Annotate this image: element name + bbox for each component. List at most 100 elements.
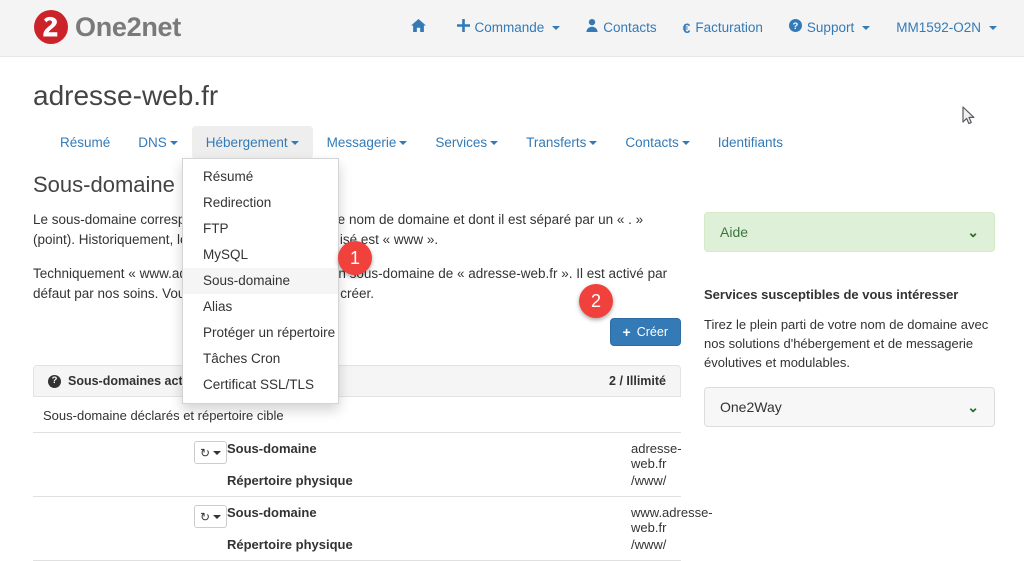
hebergement-dropdown-menu: Résumé Redirection FTP MySQL Sous-domain… bbox=[182, 158, 339, 404]
dropdown-item-proteger-repertoire[interactable]: Protéger un répertoire bbox=[183, 320, 338, 346]
page-title: adresse-web.fr bbox=[33, 80, 219, 111]
refresh-dropdown-button[interactable]: ↻ bbox=[193, 441, 227, 464]
services-description: Tirez le plein parti de votre nom de dom… bbox=[704, 317, 989, 370]
table-row: Sous-domaine adresse-web.fr ↻ Répertoire… bbox=[33, 432, 682, 496]
topnav-support-label: Support bbox=[806, 20, 855, 35]
dropdown-item-sous-domaine[interactable]: Sous-domaine bbox=[183, 268, 338, 294]
annotation-badge-1: 1 bbox=[338, 241, 372, 275]
service-select-value: One2Way bbox=[720, 399, 782, 415]
row-action-cell: ↻ bbox=[193, 505, 227, 528]
home-icon bbox=[410, 0, 426, 56]
chevron-down-icon bbox=[552, 26, 561, 30]
tab-contacts[interactable]: Contacts bbox=[611, 126, 703, 159]
active-subdomains-panel-header: ? Sous-domaines actifs 2 / Illimité bbox=[33, 365, 681, 397]
chevron-down-icon bbox=[589, 140, 598, 145]
one2net-logo-icon bbox=[33, 9, 69, 45]
topnav-facturation-label: Facturation bbox=[695, 20, 763, 35]
tab-resume-label: Résumé bbox=[60, 135, 111, 150]
tab-dns[interactable]: DNS bbox=[124, 126, 192, 159]
create-button-label: Créer bbox=[636, 325, 668, 339]
section-title: Sous-domaine bbox=[33, 172, 175, 197]
mouse-cursor bbox=[962, 106, 976, 131]
dropdown-item-certificat-ssl[interactable]: Certificat SSL/TLS bbox=[183, 372, 338, 398]
refresh-icon: ↻ bbox=[199, 509, 210, 524]
domain-tab-bar: Résumé DNS Hébergement Messagerie Servic… bbox=[46, 126, 797, 159]
topnav-contacts[interactable]: Contacts bbox=[573, 0, 669, 56]
service-select-one2way[interactable]: One2Way ⌄ bbox=[704, 387, 995, 427]
refresh-dropdown-button[interactable]: ↻ bbox=[193, 505, 227, 528]
chevron-down-icon bbox=[169, 140, 178, 145]
topnav-facturation[interactable]: € Facturation bbox=[670, 0, 776, 56]
row-label-subdomain: Sous-domaine bbox=[227, 441, 317, 456]
main-content: Sous-domaine Le sous-domaine correspond … bbox=[33, 172, 713, 561]
topnav-account[interactable]: MM1592-O2N bbox=[883, 0, 1010, 56]
tab-contacts-label: Contacts bbox=[625, 135, 679, 150]
row-value-subdomain: adresse-web.fr bbox=[631, 441, 682, 471]
chevron-down-icon bbox=[290, 140, 299, 145]
tab-services-label: Services bbox=[435, 135, 488, 150]
row-label-directory: Répertoire physique bbox=[227, 537, 353, 552]
chevron-down-icon bbox=[213, 450, 221, 455]
dropdown-item-alias[interactable]: Alias bbox=[183, 294, 338, 320]
question-circle-icon: ? bbox=[788, 0, 802, 56]
chevron-down-icon: ⌄ bbox=[967, 224, 979, 240]
euro-icon: € bbox=[682, 20, 691, 36]
topnav-commande-label: Commande bbox=[474, 20, 545, 35]
chevron-down-icon bbox=[862, 26, 871, 30]
topnav-support[interactable]: ? Support bbox=[776, 0, 883, 56]
table-row: Sous-domaine www.adresse-web.fr ↻ Répert… bbox=[33, 496, 713, 560]
refresh-icon: ↻ bbox=[199, 445, 210, 460]
dropdown-item-resume[interactable]: Résumé bbox=[183, 164, 338, 190]
svg-text:?: ? bbox=[793, 21, 799, 31]
brand-name: One2net bbox=[75, 12, 181, 42]
chevron-down-icon bbox=[989, 26, 997, 30]
dropdown-item-redirection[interactable]: Redirection bbox=[183, 190, 338, 216]
chevron-down-icon bbox=[490, 140, 499, 145]
question-circle-icon[interactable]: ? bbox=[48, 374, 61, 388]
plus-icon: + bbox=[622, 324, 631, 340]
tab-transferts-label: Transferts bbox=[526, 135, 587, 150]
top-header-bar: One2net Commande Contacts € Facturation bbox=[0, 0, 1024, 57]
tab-transferts[interactable]: Transferts bbox=[512, 126, 611, 159]
chevron-down-icon bbox=[681, 140, 690, 145]
tab-hebergement[interactable]: Hébergement bbox=[191, 126, 313, 159]
row-value-subdomain: www.adresse-web.fr bbox=[631, 505, 713, 535]
subdomain-count: 2 / Illimité bbox=[609, 374, 666, 388]
tab-hebergement-label: Hébergement bbox=[205, 135, 288, 150]
chevron-down-icon bbox=[213, 514, 221, 519]
row-value-directory: /www/ bbox=[631, 537, 667, 552]
tab-messagerie[interactable]: Messagerie bbox=[313, 126, 422, 159]
tab-dns-label: DNS bbox=[138, 135, 167, 150]
services-heading: Services susceptibles de vous intéresser bbox=[704, 287, 959, 302]
panel-title: Sous-domaines actifs bbox=[68, 374, 198, 388]
brand-logo-link[interactable]: One2net bbox=[33, 9, 181, 45]
tab-resume[interactable]: Résumé bbox=[46, 126, 124, 159]
tab-identifiants[interactable]: Identifiants bbox=[704, 126, 797, 159]
plus-icon bbox=[456, 0, 470, 56]
topnav-commande[interactable]: Commande bbox=[444, 0, 574, 56]
user-icon bbox=[586, 0, 598, 56]
dropdown-item-ftp[interactable]: FTP bbox=[183, 216, 338, 242]
chevron-down-icon bbox=[399, 140, 408, 145]
create-toolbar: + Créer bbox=[33, 318, 681, 352]
top-navigation: Commande Contacts € Facturation ? Suppor… bbox=[398, 0, 1010, 56]
topnav-home[interactable] bbox=[398, 0, 444, 56]
aide-panel-toggle[interactable]: Aide ⌄ bbox=[704, 212, 995, 252]
topnav-contacts-label: Contacts bbox=[603, 20, 657, 35]
create-button[interactable]: + Créer bbox=[609, 318, 681, 346]
row-label-subdomain: Sous-domaine bbox=[227, 505, 317, 520]
dropdown-item-taches-cron[interactable]: Tâches Cron bbox=[183, 346, 338, 372]
topnav-account-label: MM1592-O2N bbox=[896, 20, 981, 35]
tab-messagerie-label: Messagerie bbox=[326, 135, 397, 150]
chevron-down-icon: ⌄ bbox=[967, 399, 979, 415]
tab-services[interactable]: Services bbox=[421, 126, 512, 159]
panel-subtitle: Sous-domaine déclarés et répertoire cibl… bbox=[43, 408, 284, 423]
row-label-directory: Répertoire physique bbox=[227, 473, 353, 488]
annotation-badge-2: 2 bbox=[579, 284, 613, 318]
row-action-cell: ↻ bbox=[193, 441, 227, 464]
row-value-directory: /www/ bbox=[631, 473, 667, 488]
right-sidebar: Aide ⌄ Services susceptibles de vous int… bbox=[704, 212, 995, 427]
tab-identifiants-label: Identifiants bbox=[717, 135, 783, 150]
dropdown-item-mysql[interactable]: MySQL bbox=[183, 242, 338, 268]
aide-label: Aide bbox=[720, 224, 749, 240]
